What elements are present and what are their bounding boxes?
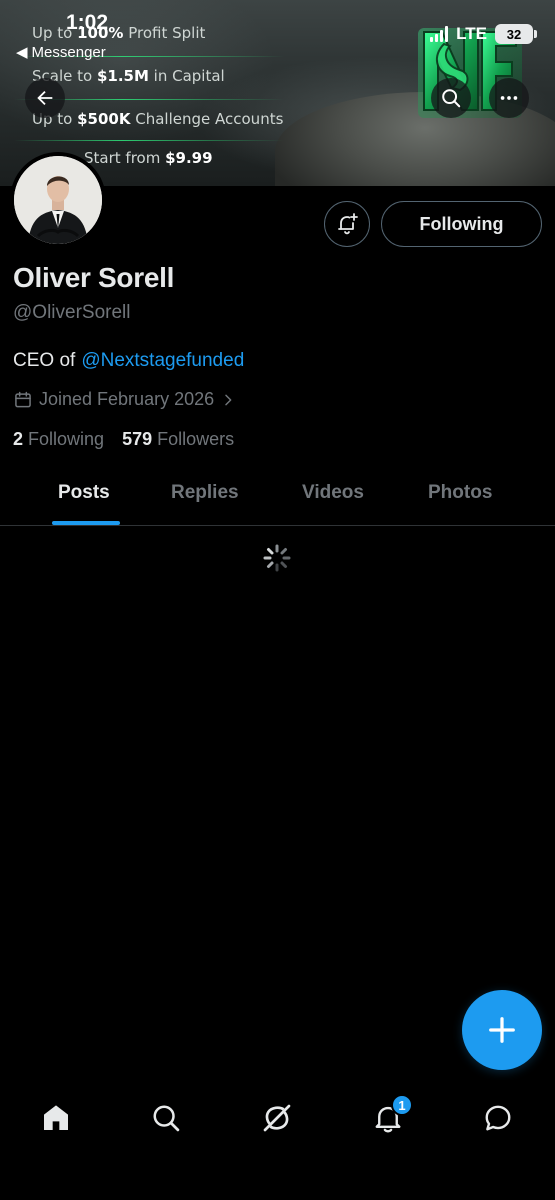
back-app-label: Messenger [31,43,106,61]
notify-bell-button[interactable] [324,201,370,247]
following-count-link[interactable]: 2 Following [13,429,104,450]
battery-level: 32 [506,26,522,42]
following-button[interactable]: Following [381,201,542,247]
status-indicators: LTE 32 [430,24,537,44]
following-count: 2 [13,429,24,449]
back-button[interactable] [25,78,65,118]
arrow-left-icon [37,90,53,106]
avatar-photo [14,156,102,244]
profile-avatar[interactable] [10,152,106,248]
back-triangle-icon: ◀ [16,44,28,61]
follow-stats: 2 Following 579 Followers [13,429,234,450]
tab-posts[interactable]: Posts [58,482,110,504]
search-icon [153,1105,180,1132]
joined-date: Joined February 2026 [39,389,215,409]
network-type: LTE [456,24,487,43]
notifications-badge: 1 [391,1094,413,1116]
bio-text: CEO of [13,350,76,371]
promo-divider [14,140,284,141]
more-horizontal-icon [500,96,518,100]
status-time: 1:02 [66,11,109,34]
profile-bio: CEO of @Nextstagefunded [13,350,244,372]
loading-spinner-icon [263,544,291,572]
search-icon [442,89,461,108]
tab-replies[interactable]: Replies [171,482,239,504]
tab-videos[interactable]: Videos [302,482,364,504]
nav-search[interactable] [141,1100,191,1136]
profile-tabs: Posts Replies Videos Photos [0,465,555,526]
messages-icon [485,1105,511,1131]
promo-line-1: Up to 100% Profit Split [32,24,206,42]
battery-icon: 32 [495,24,537,44]
profile-display-name: Oliver Sorell [13,262,175,293]
bottom-navigation: 1 [0,1080,555,1200]
home-icon [44,1105,68,1130]
promo-line-4: Start from $9.99 [84,149,213,167]
grok-icon [263,1104,291,1132]
active-tab-indicator [52,521,120,525]
cellular-signal-icon [430,26,449,42]
promo-line-2: Scale to $1.5M in Capital [32,67,225,85]
followers-count: 579 [122,429,153,449]
calendar-icon [15,391,31,407]
following-label: Following [28,429,105,449]
plus-icon [489,1017,515,1043]
tab-photos[interactable]: Photos [428,482,492,504]
nav-grok[interactable] [252,1100,302,1136]
joined-date-row[interactable]: Joined February 2026 [13,389,236,410]
nav-home[interactable] [31,1100,81,1136]
more-options-button[interactable] [489,78,529,118]
profile-handle: @OliverSorell [13,302,131,323]
promo-line-3: Up to $500K Challenge Accounts [32,110,284,128]
nav-messages[interactable] [473,1100,523,1136]
chevron-right-icon [225,394,232,405]
nav-notifications[interactable]: 1 [363,1094,413,1136]
back-to-app-link[interactable]: ◀ Messenger [16,43,106,62]
compose-post-button[interactable] [462,990,542,1070]
bell-plus-icon [338,213,358,235]
search-profile-button[interactable] [431,78,471,118]
bio-mention-link[interactable]: @Nextstagefunded [81,350,244,372]
followers-count-link[interactable]: 579 Followers [122,429,234,450]
followers-label: Followers [157,429,235,449]
